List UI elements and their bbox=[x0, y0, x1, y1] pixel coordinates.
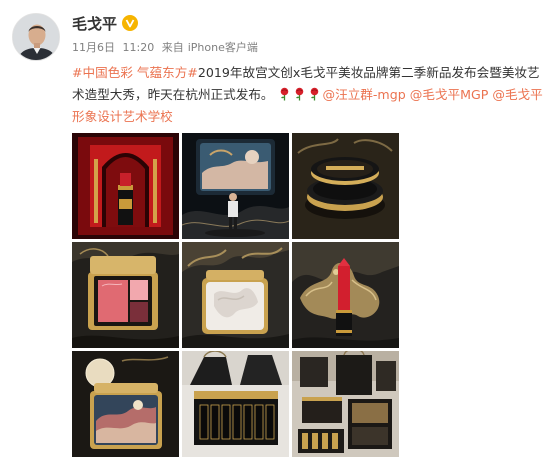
post-meta: 11月6日 11:20 来自 iPhone客户端 bbox=[72, 39, 262, 55]
rose-emoji-icon bbox=[278, 86, 291, 101]
photo-thumbnail[interactable] bbox=[292, 242, 399, 348]
avatar[interactable] bbox=[12, 13, 60, 61]
photo-thumbnail[interactable] bbox=[72, 242, 179, 348]
topic-link[interactable]: #中国色彩 气蕴东方# bbox=[72, 65, 198, 80]
photo-thumbnail[interactable] bbox=[292, 133, 399, 239]
source-prefix: 来自 bbox=[161, 41, 184, 54]
photo-thumbnail[interactable] bbox=[72, 351, 179, 457]
photo-thumbnail[interactable] bbox=[72, 133, 179, 239]
photo-thumbnail[interactable] bbox=[292, 351, 399, 457]
photo-thumbnail[interactable] bbox=[182, 242, 289, 348]
post-text: #中国色彩 气蕴东方#2019年故宫文创x毛戈平美妆品牌第二季新品发布会暨美妆艺… bbox=[72, 62, 544, 128]
photo-thumbnail[interactable] bbox=[182, 351, 289, 457]
mention-link[interactable]: @毛戈平MGP bbox=[410, 87, 489, 102]
post-date[interactable]: 11月6日 bbox=[72, 41, 115, 54]
weibo-post: 毛戈平 11月6日 11:20 来自 iPhone客户端 #中国色彩 气蕴东方#2… bbox=[0, 0, 550, 469]
mention-link[interactable]: @汪立群-mgp bbox=[323, 87, 406, 102]
photo-grid bbox=[72, 133, 399, 457]
verified-v-icon bbox=[122, 15, 139, 31]
photo-thumbnail[interactable] bbox=[182, 133, 289, 239]
rose-emoji-icon bbox=[293, 86, 306, 101]
author-name[interactable]: 毛戈平 bbox=[72, 13, 117, 34]
rose-emoji-icon bbox=[308, 86, 321, 101]
post-time[interactable]: 11:20 bbox=[123, 41, 155, 54]
author-row: 毛戈平 bbox=[72, 13, 139, 34]
post-source[interactable]: iPhone客户端 bbox=[188, 41, 258, 54]
